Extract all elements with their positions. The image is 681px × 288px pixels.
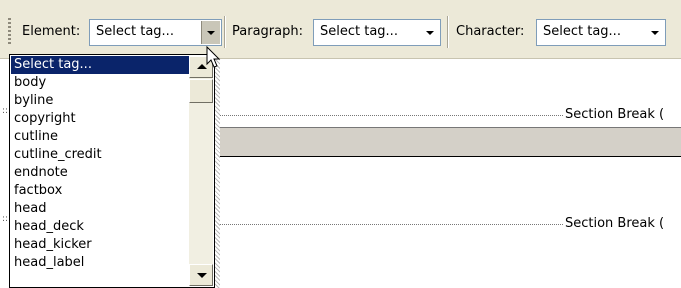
dropdown-arrow-icon: [207, 31, 215, 35]
element-select-value: Select tag...: [96, 24, 174, 39]
element-label: Element:: [22, 24, 81, 39]
document-gray-band: [220, 127, 681, 157]
style-toolbar: Element: Select tag... Paragraph: Select…: [0, 0, 681, 59]
section-break-label-1: Section Break (: [563, 107, 665, 122]
element-select-arrow-button[interactable]: [201, 21, 220, 44]
section-break-label-2: Section Break (: [563, 216, 665, 231]
list-item[interactable]: copyright: [11, 110, 191, 128]
section-break-line-1: [220, 115, 565, 116]
paragraph-select-arrow-button[interactable]: [421, 21, 439, 44]
character-label: Character:: [456, 24, 525, 39]
list-item[interactable]: head_label: [11, 254, 191, 272]
list-item[interactable]: byline: [11, 92, 191, 110]
toolbar-separator: [224, 16, 226, 48]
element-select[interactable]: Select tag...: [89, 19, 222, 46]
element-dropdown-list[interactable]: Select tag... body byline copyright cutl…: [9, 54, 215, 288]
list-item[interactable]: head_kicker: [11, 236, 191, 254]
character-select-value: Select tag...: [543, 24, 621, 39]
list-item[interactable]: cutline: [11, 128, 191, 146]
paragraph-mark-icon: ::: [2, 106, 9, 116]
list-item[interactable]: Select tag...: [11, 56, 191, 74]
character-select[interactable]: Select tag...: [536, 19, 666, 46]
list-item[interactable]: head: [11, 200, 191, 218]
scroll-thumb[interactable]: [189, 79, 213, 103]
document-left-margin: [0, 59, 8, 288]
paragraph-select[interactable]: Select tag...: [313, 19, 441, 46]
dropdown-scrollbar[interactable]: [189, 56, 213, 286]
list-item[interactable]: endnote: [11, 164, 191, 182]
paragraph-mark-icon: ::: [2, 214, 9, 224]
section-break-line-2: [220, 224, 565, 225]
character-select-arrow-button[interactable]: [646, 21, 664, 44]
dropdown-arrow-icon: [651, 31, 659, 35]
list-item[interactable]: cutline_credit: [11, 146, 191, 164]
toolbar-separator: [447, 16, 449, 48]
paragraph-select-value: Select tag...: [320, 24, 398, 39]
list-item[interactable]: factbox: [11, 182, 191, 200]
paragraph-label: Paragraph:: [232, 24, 303, 39]
list-item[interactable]: body: [11, 74, 191, 92]
list-item[interactable]: head_deck: [11, 218, 191, 236]
mouse-pointer-icon: [206, 46, 221, 68]
scroll-down-button[interactable]: [189, 264, 213, 286]
scroll-down-arrow-icon: [197, 273, 207, 278]
dropdown-arrow-icon: [426, 31, 434, 35]
toolbar-grip[interactable]: [8, 18, 11, 46]
